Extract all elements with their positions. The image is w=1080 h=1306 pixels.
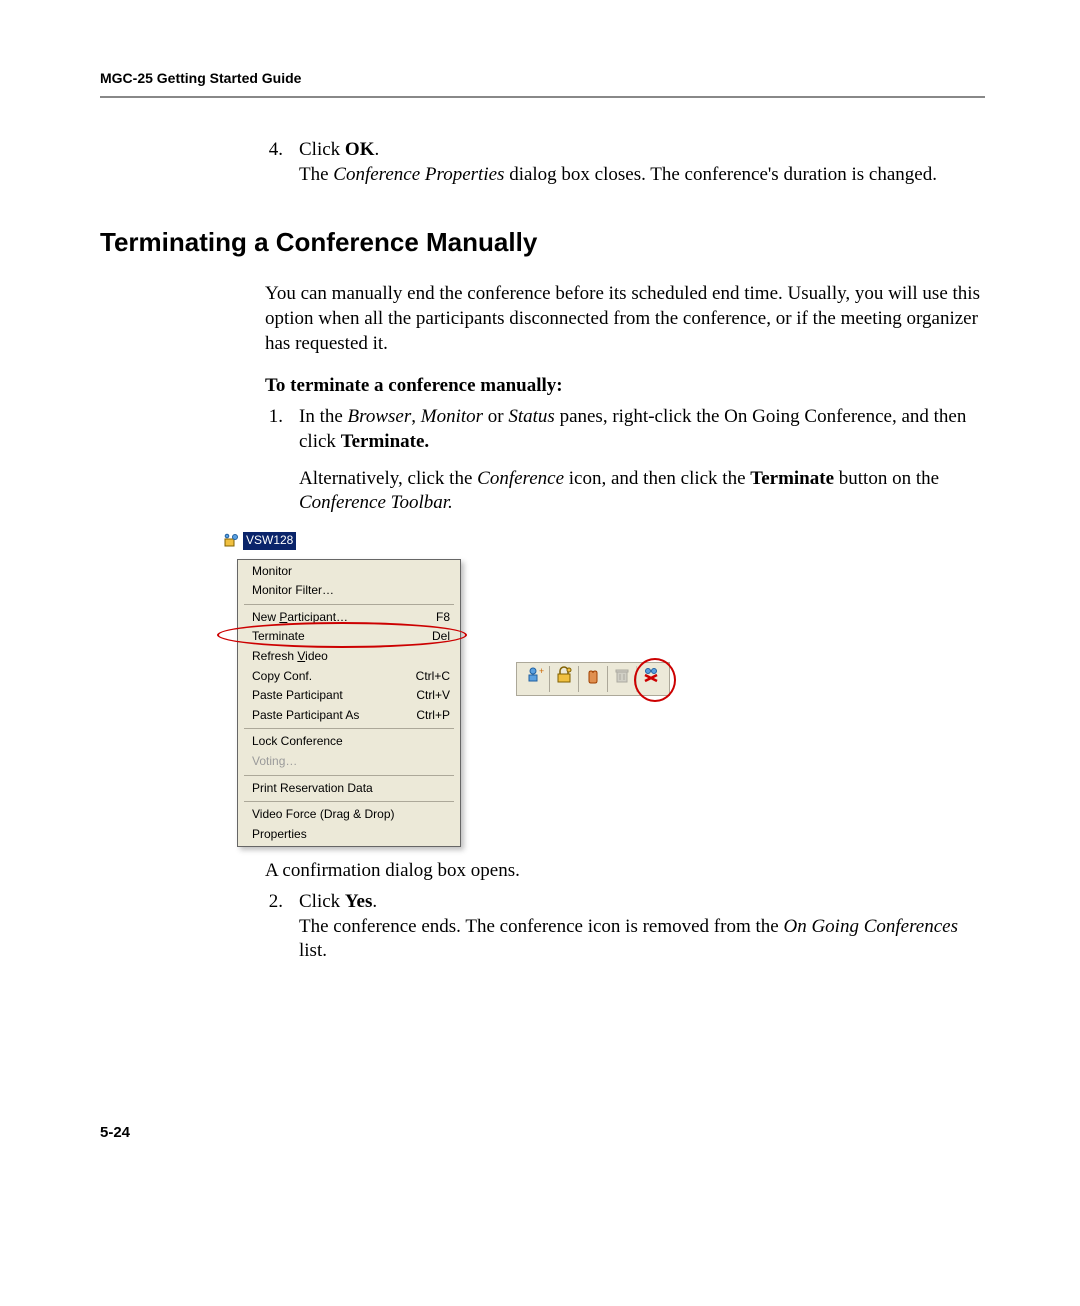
conference-toolbar: + <box>516 662 670 696</box>
t: Click <box>299 891 345 912</box>
text-italic: Conference Properties <box>333 164 504 185</box>
context-menu-figure: VSW128 Monitor Monitor Filter… New Partici… <box>223 532 461 847</box>
menu-item-shortcut: Ctrl+V <box>416 688 450 704</box>
menu-item[interactable]: New Participant… F8 <box>238 608 460 628</box>
menu-item[interactable]: Monitor Filter… <box>238 581 460 601</box>
text: Click <box>299 139 345 160</box>
lock-conference-icon <box>555 666 573 692</box>
section-intro: You can manually end the conference befo… <box>265 282 985 356</box>
terminate-icon <box>642 666 660 692</box>
context-menu[interactable]: Monitor Monitor Filter… New Participant… F8… <box>237 559 461 848</box>
delete-button <box>608 666 637 692</box>
menu-item-label: Terminate <box>252 629 305 645</box>
t: Status <box>508 406 554 427</box>
menu-item-label: Monitor Filter… <box>252 583 334 599</box>
new-participant-icon: + <box>526 666 544 692</box>
menu-item-label: Paste Participant As <box>252 708 359 724</box>
hold-button[interactable] <box>579 666 608 692</box>
procedure-lead: To terminate a conference manually: <box>265 374 985 399</box>
menu-item-label: Monitor <box>252 564 292 580</box>
menu-item[interactable]: Paste Participant Ctrl+V <box>238 686 460 706</box>
delete-icon <box>613 666 631 692</box>
menu-separator <box>244 728 454 729</box>
menu-separator <box>244 801 454 802</box>
lock-conference-button[interactable] <box>550 666 579 692</box>
t: or <box>483 406 508 427</box>
tree-node[interactable]: VSW128 <box>223 532 296 550</box>
tree-node-label: VSW128 <box>243 532 296 550</box>
t: Alternatively, click the <box>299 468 477 489</box>
t: icon, and then click the <box>564 468 750 489</box>
menu-item[interactable]: Terminate Del <box>238 627 460 647</box>
step4-body: Click OK. The Conference Properties dial… <box>299 138 937 187</box>
section-heading: Terminating a Conference Manually <box>100 227 985 258</box>
hold-icon <box>584 666 602 692</box>
step1-body: In the Browser, Monitor or Status panes,… <box>299 405 985 516</box>
new-participant-button[interactable]: + <box>521 666 550 692</box>
t: The conference ends. The conference icon… <box>299 916 783 937</box>
t: Terminate. <box>341 431 429 452</box>
terminate-button[interactable] <box>637 666 665 692</box>
text: dialog box closes. The conference's dura… <box>504 164 937 185</box>
menu-item-label: Voting… <box>252 754 297 770</box>
menu-item-label: Copy Conf. <box>252 669 312 685</box>
t: Monitor <box>421 406 483 427</box>
t: Yes <box>345 891 372 912</box>
t: Conference <box>477 468 564 489</box>
menu-item[interactable]: Print Reservation Data <box>238 779 460 799</box>
t: button on the <box>834 468 939 489</box>
menu-item-shortcut: Ctrl+C <box>416 669 450 685</box>
menu-item-label: Properties <box>252 827 307 843</box>
menu-item[interactable]: Properties <box>238 825 460 845</box>
step-number: 4. <box>265 138 283 187</box>
menu-item-label: Lock Conference <box>252 734 343 750</box>
menu-separator <box>244 775 454 776</box>
svg-text:+: + <box>539 666 544 676</box>
menu-item-shortcut: Del <box>432 629 450 645</box>
menu-item: Voting… <box>238 752 460 772</box>
menu-item[interactable]: Refresh Video <box>238 647 460 667</box>
menu-item-label: New Participant… <box>252 610 348 626</box>
menu-item[interactable]: Monitor <box>238 562 460 582</box>
text: The <box>299 164 333 185</box>
menu-item[interactable]: Lock Conference <box>238 732 460 752</box>
t: Browser <box>348 406 412 427</box>
t: Conference Toolbar. <box>299 492 453 513</box>
step-number: 2. <box>265 890 283 964</box>
t: list. <box>299 940 327 961</box>
menu-item[interactable]: Video Force (Drag & Drop) <box>238 805 460 825</box>
toolbar-figure: + <box>516 662 670 696</box>
page-number: 5-24 <box>100 1124 985 1141</box>
menu-item-shortcut: F8 <box>436 610 450 626</box>
t: Terminate <box>750 468 834 489</box>
step2-body: Click Yes. The conference ends. The conf… <box>299 890 985 964</box>
t: . <box>372 891 377 912</box>
header-rule <box>100 96 985 98</box>
menu-item-label: Video Force (Drag & Drop) <box>252 807 395 823</box>
figure-row: VSW128 Monitor Monitor Filter… New Partici… <box>223 532 985 847</box>
text-bold: OK <box>345 139 375 160</box>
menu-item[interactable]: Copy Conf. Ctrl+C <box>238 667 460 687</box>
step1-after: A confirmation dialog box opens. <box>265 859 985 884</box>
t: On Going Conferences <box>783 916 958 937</box>
t: , <box>411 406 421 427</box>
t: In the <box>299 406 348 427</box>
menu-item-shortcut: Ctrl+P <box>416 708 450 724</box>
conference-icon <box>223 533 239 549</box>
text: . <box>374 139 379 160</box>
menu-item-label: Print Reservation Data <box>252 781 373 797</box>
step-number: 1. <box>265 405 283 516</box>
menu-item-label: Refresh Video <box>252 649 328 665</box>
menu-separator <box>244 604 454 605</box>
menu-item-label: Paste Participant <box>252 688 343 704</box>
menu-item[interactable]: Paste Participant As Ctrl+P <box>238 706 460 726</box>
running-head: MGC-25 Getting Started Guide <box>100 70 985 86</box>
